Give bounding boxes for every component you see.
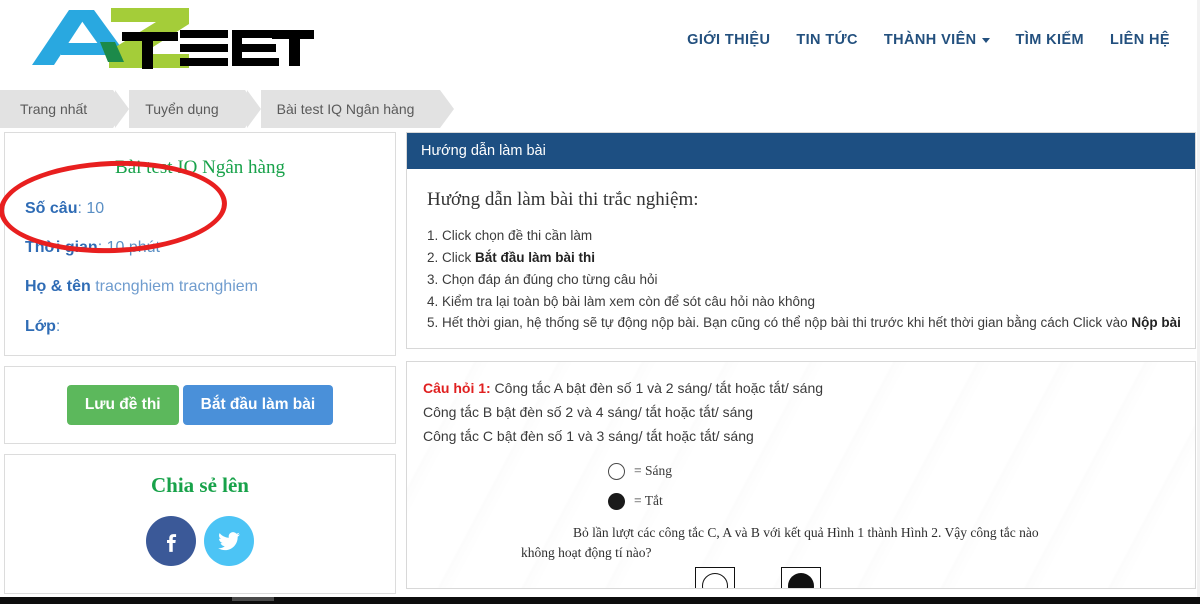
social-links <box>5 516 395 566</box>
guide-bold: Nộp bài <box>1131 315 1181 331</box>
guide-item-4: 4. Kiểm tra lại toàn bộ bài làm xem còn … <box>423 291 1179 313</box>
share-card: Chia sẻ lên <box>4 454 396 594</box>
figure-hinh-2 <box>781 567 821 589</box>
legend-row-tat: = Tắt <box>608 492 1179 510</box>
thoi-gian-value: : 10 phút <box>97 239 160 257</box>
save-test-button[interactable]: Lưu đề thi <box>66 385 179 425</box>
nav-item-tim-kiem[interactable]: TÌM KIẾM <box>1016 32 1084 48</box>
question-line-1: Câu hỏi 1: Công tắc A bật đèn số 1 và 2 … <box>423 376 1179 400</box>
question-prompt: Bỏ lần lượt các công tắc C, A và B với k… <box>521 523 1141 564</box>
start-test-button[interactable]: Bắt đầu làm bài <box>182 385 334 425</box>
guide-panel-header: Hướng dẫn làm bài <box>407 133 1195 169</box>
question-figures <box>695 567 1179 589</box>
guide-num: 1. <box>427 228 439 243</box>
action-buttons-card: Lưu đề thi Bắt đầu làm bài <box>4 366 396 444</box>
question-panel: Câu hỏi 1: Công tắc A bật đèn số 1 và 2 … <box>406 361 1196 590</box>
question-legend: = Sáng = Tắt <box>608 462 1179 510</box>
site-logo[interactable] <box>14 2 314 72</box>
content-area: Bài test IQ Ngân hàng Số câu: 10 Thời gi… <box>0 132 1200 604</box>
lop-label: Lớp <box>25 317 56 335</box>
nav-label: THÀNH VIÊN <box>883 32 977 48</box>
open-circle-icon <box>608 462 625 480</box>
breadcrumb-label: Bài test IQ Ngân hàng <box>276 101 415 117</box>
question-text-1: Công tắc A bật đèn số 1 và 2 sáng/ tắt h… <box>490 380 824 397</box>
chevron-down-icon <box>981 37 990 43</box>
guide-item-1: 1. Click chọn đề thi cần làm <box>423 225 1179 247</box>
breadcrumb-item-tuyen-dung[interactable]: Tuyển dụng <box>115 90 260 128</box>
nav-item-lien-he[interactable]: LIÊN HỆ <box>1110 32 1170 48</box>
twitter-icon <box>218 532 240 551</box>
guide-heading: Hướng dẫn làm bài thi trắc nghiệm: <box>427 189 699 210</box>
nav-item-thanh-vien[interactable]: THÀNH VIÊN <box>884 32 990 48</box>
question-prompt-line-2: không hoạt động tí nào? <box>521 544 652 560</box>
breadcrumb-item-current[interactable]: Bài test IQ Ngân hàng <box>246 90 455 128</box>
guide-text: Click <box>442 249 476 265</box>
ho-ten-value: tracnghiem tracnghiem <box>95 278 258 296</box>
question-line-2: Công tắc B bật đèn số 2 và 4 sáng/ tắt h… <box>423 404 753 421</box>
facebook-icon <box>166 534 177 552</box>
nav-item-tin-tuc[interactable]: TIN TỨC <box>796 32 858 48</box>
question-body: Câu hỏi 1: Công tắc A bật đèn số 1 và 2 … <box>407 362 1195 589</box>
legend-label-sang: = Sáng <box>634 463 672 479</box>
question-line-3: Công tắc C bật đèn số 1 và 3 sáng/ tắt h… <box>423 428 754 445</box>
figure-cell <box>695 567 735 589</box>
bottom-bar-nub <box>232 597 274 601</box>
twitter-share-button[interactable] <box>204 516 254 566</box>
guide-text: Chọn đáp án đúng cho từng câu hỏi <box>442 271 658 287</box>
page-root: GIỚI THIỆU TIN TỨC THÀNH VIÊN TÌM KIẾM L… <box>0 0 1200 604</box>
nav-label: LIÊN HỆ <box>1110 32 1170 48</box>
share-title: Chia sẻ lên <box>150 473 249 497</box>
info-row-ho-ten: Họ & tên tracnghiem tracnghiem <box>25 277 379 296</box>
nav-label: TÌM KIẾM <box>1015 32 1084 48</box>
breadcrumb: Trang nhất Tuyển dụng Bài test IQ Ngân h… <box>0 90 455 128</box>
open-circle-icon <box>702 573 728 589</box>
breadcrumb-label: Trang nhất <box>20 101 88 117</box>
lop-value: : <box>55 317 61 335</box>
breadcrumb-item-home[interactable]: Trang nhất <box>0 90 128 128</box>
guide-item-5: 5. Hết thời gian, hệ thống sẽ tự động nộ… <box>423 312 1181 334</box>
info-row-lop: Lớp: <box>25 317 379 336</box>
main-content: Hướng dẫn làm bài Hướng dẫn làm bài thi … <box>406 132 1196 590</box>
figure-hinh-1 <box>695 567 735 589</box>
facebook-share-button[interactable] <box>146 516 196 566</box>
logo-azest-icon <box>32 8 314 69</box>
legend-row-sang: = Sáng <box>608 462 1179 480</box>
guide-num: 3. <box>427 271 439 287</box>
so-cau-label: Số câu <box>25 200 78 217</box>
guide-list: 1. Click chọn đề thi cần làm 2. Click Bắ… <box>423 225 1181 334</box>
question-prompt-line-1: Bỏ lần lượt các công tắc C, A và B với k… <box>573 524 1039 540</box>
guide-item-2: 2. Click Bắt đầu làm bài thi <box>423 247 1179 269</box>
test-title: Bài test IQ Ngân hàng <box>115 157 285 178</box>
main-navigation: GIỚI THIỆU TIN TỨC THÀNH VIÊN TÌM KIẾM L… <box>687 32 1170 48</box>
so-cau-value: : 10 <box>77 200 105 217</box>
guide-item-3: 3. Chọn đáp án đúng cho từng câu hỏi <box>423 269 1179 291</box>
guide-panel: Hướng dẫn làm bài Hướng dẫn làm bài thi … <box>406 132 1196 350</box>
breadcrumb-label: Tuyển dụng <box>145 101 219 117</box>
guide-text: Hết thời gian, hệ thống sẽ tự động nộp b… <box>442 315 1132 331</box>
filled-circle-icon <box>788 573 814 589</box>
info-row-so-cau: Số câu: 10 <box>25 199 379 218</box>
legend-label-tat: = Tắt <box>634 493 663 509</box>
ho-ten-label: Họ & tên <box>25 278 91 296</box>
test-info-card: Bài test IQ Ngân hàng Số câu: 10 Thời gi… <box>0 132 396 356</box>
left-sidebar: Bài test IQ Ngân hàng Số câu: 10 Thời gi… <box>0 132 396 594</box>
thoi-gian-label: Thời gian <box>25 239 98 257</box>
site-header: GIỚI THIỆU TIN TỨC THÀNH VIÊN TÌM KIẾM L… <box>0 0 1200 88</box>
question-number-tag: Câu hỏi 1: <box>423 380 491 397</box>
guide-num: 4. <box>427 293 439 309</box>
guide-text: Kiểm tra lại toàn bộ bài làm xem còn để … <box>442 293 816 309</box>
bottom-black-bar <box>0 597 1200 604</box>
nav-label: GIỚI THIỆU <box>687 32 771 48</box>
figure-cell <box>781 567 821 589</box>
info-row-thoi-gian: Thời gian: 10 phút <box>25 238 379 257</box>
guide-panel-body: Hướng dẫn làm bài thi trắc nghiệm: 1. Cl… <box>407 169 1195 348</box>
guide-num: 5. <box>427 315 439 331</box>
guide-bold: Bắt đầu làm bài thi <box>475 249 596 265</box>
guide-num: 2. <box>427 249 439 265</box>
guide-text: Click chọn đề thi cần làm <box>442 228 593 243</box>
filled-circle-icon <box>608 492 625 510</box>
nav-label: TIN TỨC <box>796 32 858 48</box>
nav-item-gioi-thieu[interactable]: GIỚI THIỆU <box>687 32 770 48</box>
